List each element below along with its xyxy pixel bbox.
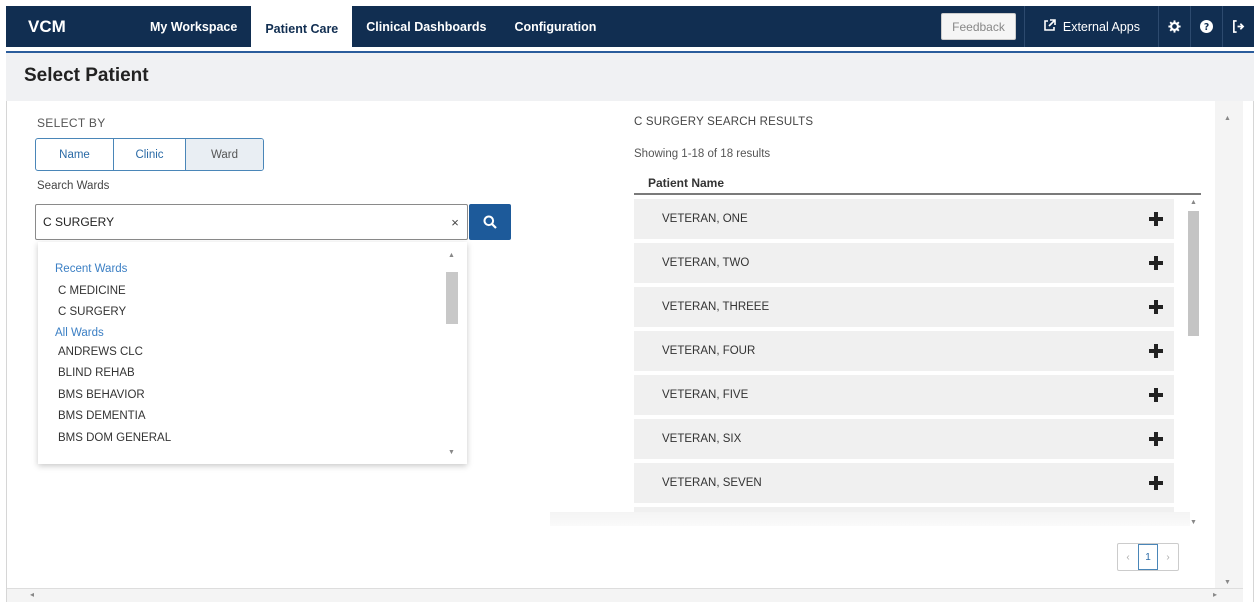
ward-search-input[interactable]: C SURGERY × [35,204,468,240]
list-item[interactable]: C SURGERY [55,302,171,324]
list-item[interactable]: BMS BEHAVIOR [55,385,171,407]
top-nav: VCM My Workspace Patient Care Clinical D… [6,6,1254,51]
tab-clinical-dashboards[interactable]: Clinical Dashboards [352,6,500,47]
prev-page-button[interactable]: ‹ [1118,544,1138,570]
pagination: ‹ 1 › [1117,543,1179,571]
external-apps-link[interactable]: External Apps [1025,6,1158,47]
external-apps-label: External Apps [1062,19,1140,34]
scrollbar-thumb[interactable] [446,272,458,324]
logout-icon[interactable] [1223,6,1254,47]
patient-name: VETERAN, FOUR [662,345,756,357]
scrollbar-thumb[interactable] [1188,211,1199,336]
add-icon[interactable] [1148,431,1164,447]
table-row[interactable]: VETERAN, FOUR [634,331,1174,371]
close-icon[interactable]: × [443,215,467,230]
nav-right-group: Feedback External Apps ? [941,6,1254,47]
tab-my-workspace[interactable]: My Workspace [136,6,251,47]
scroll-down-icon[interactable]: ▼ [1190,519,1197,526]
scroll-up-icon[interactable]: ▲ [1224,115,1231,122]
dropdown-scrollbar[interactable]: ▲ ▼ [445,250,459,458]
segment-name[interactable]: Name [36,139,114,170]
table-row[interactable]: VETERAN, TWO [634,243,1174,283]
next-page-button[interactable]: › [1158,544,1178,570]
patient-name: VETERAN, TWO [662,257,750,269]
recent-wards-heading: Recent Wards [55,263,128,275]
list-item[interactable]: ANDREWS CLC [55,342,171,364]
list-item[interactable]: BMS DEMENTIA [55,406,171,428]
table-row[interactable]: VETERAN, SIX [634,419,1174,459]
tab-patient-care[interactable]: Patient Care [251,6,353,51]
column-header-patient-name[interactable]: Patient Name [634,176,1201,195]
list-item[interactable]: BMS DOM GENERAL [55,428,171,450]
select-by-label: SELECT BY [37,116,106,130]
add-icon[interactable] [1148,255,1164,271]
patient-name: VETERAN, FIVE [662,389,749,401]
add-icon[interactable] [1148,343,1164,359]
search-input-value[interactable]: C SURGERY [36,215,443,229]
page-1-button[interactable]: 1 [1138,544,1158,570]
search-icon [483,215,497,229]
list-overflow-fade [550,512,1190,526]
add-icon[interactable] [1148,299,1164,315]
scroll-left-icon[interactable]: ◂ [30,590,34,599]
external-link-icon [1043,18,1056,35]
scroll-up-icon[interactable]: ▲ [448,252,455,259]
patient-name: VETERAN, SEVEN [662,477,762,489]
gear-icon[interactable] [1159,6,1190,47]
list-item[interactable]: C MEDICINE [55,281,171,303]
list-item[interactable]: BLIND REHAB [55,363,171,385]
ward-list: Recent Wards C MEDICINE C SURGERY All Wa… [55,259,171,449]
help-icon[interactable]: ? [1191,6,1222,47]
page-vertical-scrollbar[interactable]: ▲ ▼ [1215,101,1243,588]
all-wards-heading: All Wards [55,326,104,339]
segment-ward[interactable]: Ward [186,139,263,170]
scroll-down-icon[interactable]: ▼ [448,449,455,456]
results-scrollbar[interactable]: ▲ ▼ [1186,199,1201,526]
table-row[interactable]: VETERAN, ONE [634,199,1174,239]
search-wards-label: Search Wards [37,180,110,192]
results-count: Showing 1-18 of 18 results [634,148,771,160]
patient-name: VETERAN, THREEE [662,301,770,313]
page-title: Select Patient [24,65,149,86]
app-brand[interactable]: VCM [6,6,136,47]
scroll-right-icon[interactable]: ▸ [1213,590,1217,599]
table-row[interactable]: VETERAN, FIVE [634,375,1174,415]
table-row[interactable]: VETERAN, SEVEN [634,463,1174,503]
scroll-down-icon[interactable]: ▼ [1224,579,1231,586]
search-button[interactable] [469,204,511,240]
results-title: C SURGERY SEARCH RESULTS [634,116,814,128]
patient-name: VETERAN, ONE [662,213,748,225]
select-by-toggle: Name Clinic Ward [35,138,264,171]
add-icon[interactable] [1148,211,1164,227]
ward-dropdown: Recent Wards C MEDICINE C SURGERY All Wa… [38,242,467,464]
tab-configuration[interactable]: Configuration [500,6,610,47]
add-icon[interactable] [1148,475,1164,491]
patient-name: VETERAN, SIX [662,433,742,445]
scroll-up-icon[interactable]: ▲ [1190,199,1197,206]
page-horizontal-scrollbar[interactable]: ◂ ▸ [6,588,1243,602]
feedback-button[interactable]: Feedback [941,13,1016,40]
patient-list: VETERAN, ONE VETERAN, TWO VETERAN, THREE… [634,199,1174,513]
table-row[interactable]: VETERAN, THREEE [634,287,1174,327]
page-header: Select Patient [6,51,1254,101]
segment-clinic[interactable]: Clinic [114,139,186,170]
svg-text:?: ? [1204,22,1209,33]
add-icon[interactable] [1148,387,1164,403]
